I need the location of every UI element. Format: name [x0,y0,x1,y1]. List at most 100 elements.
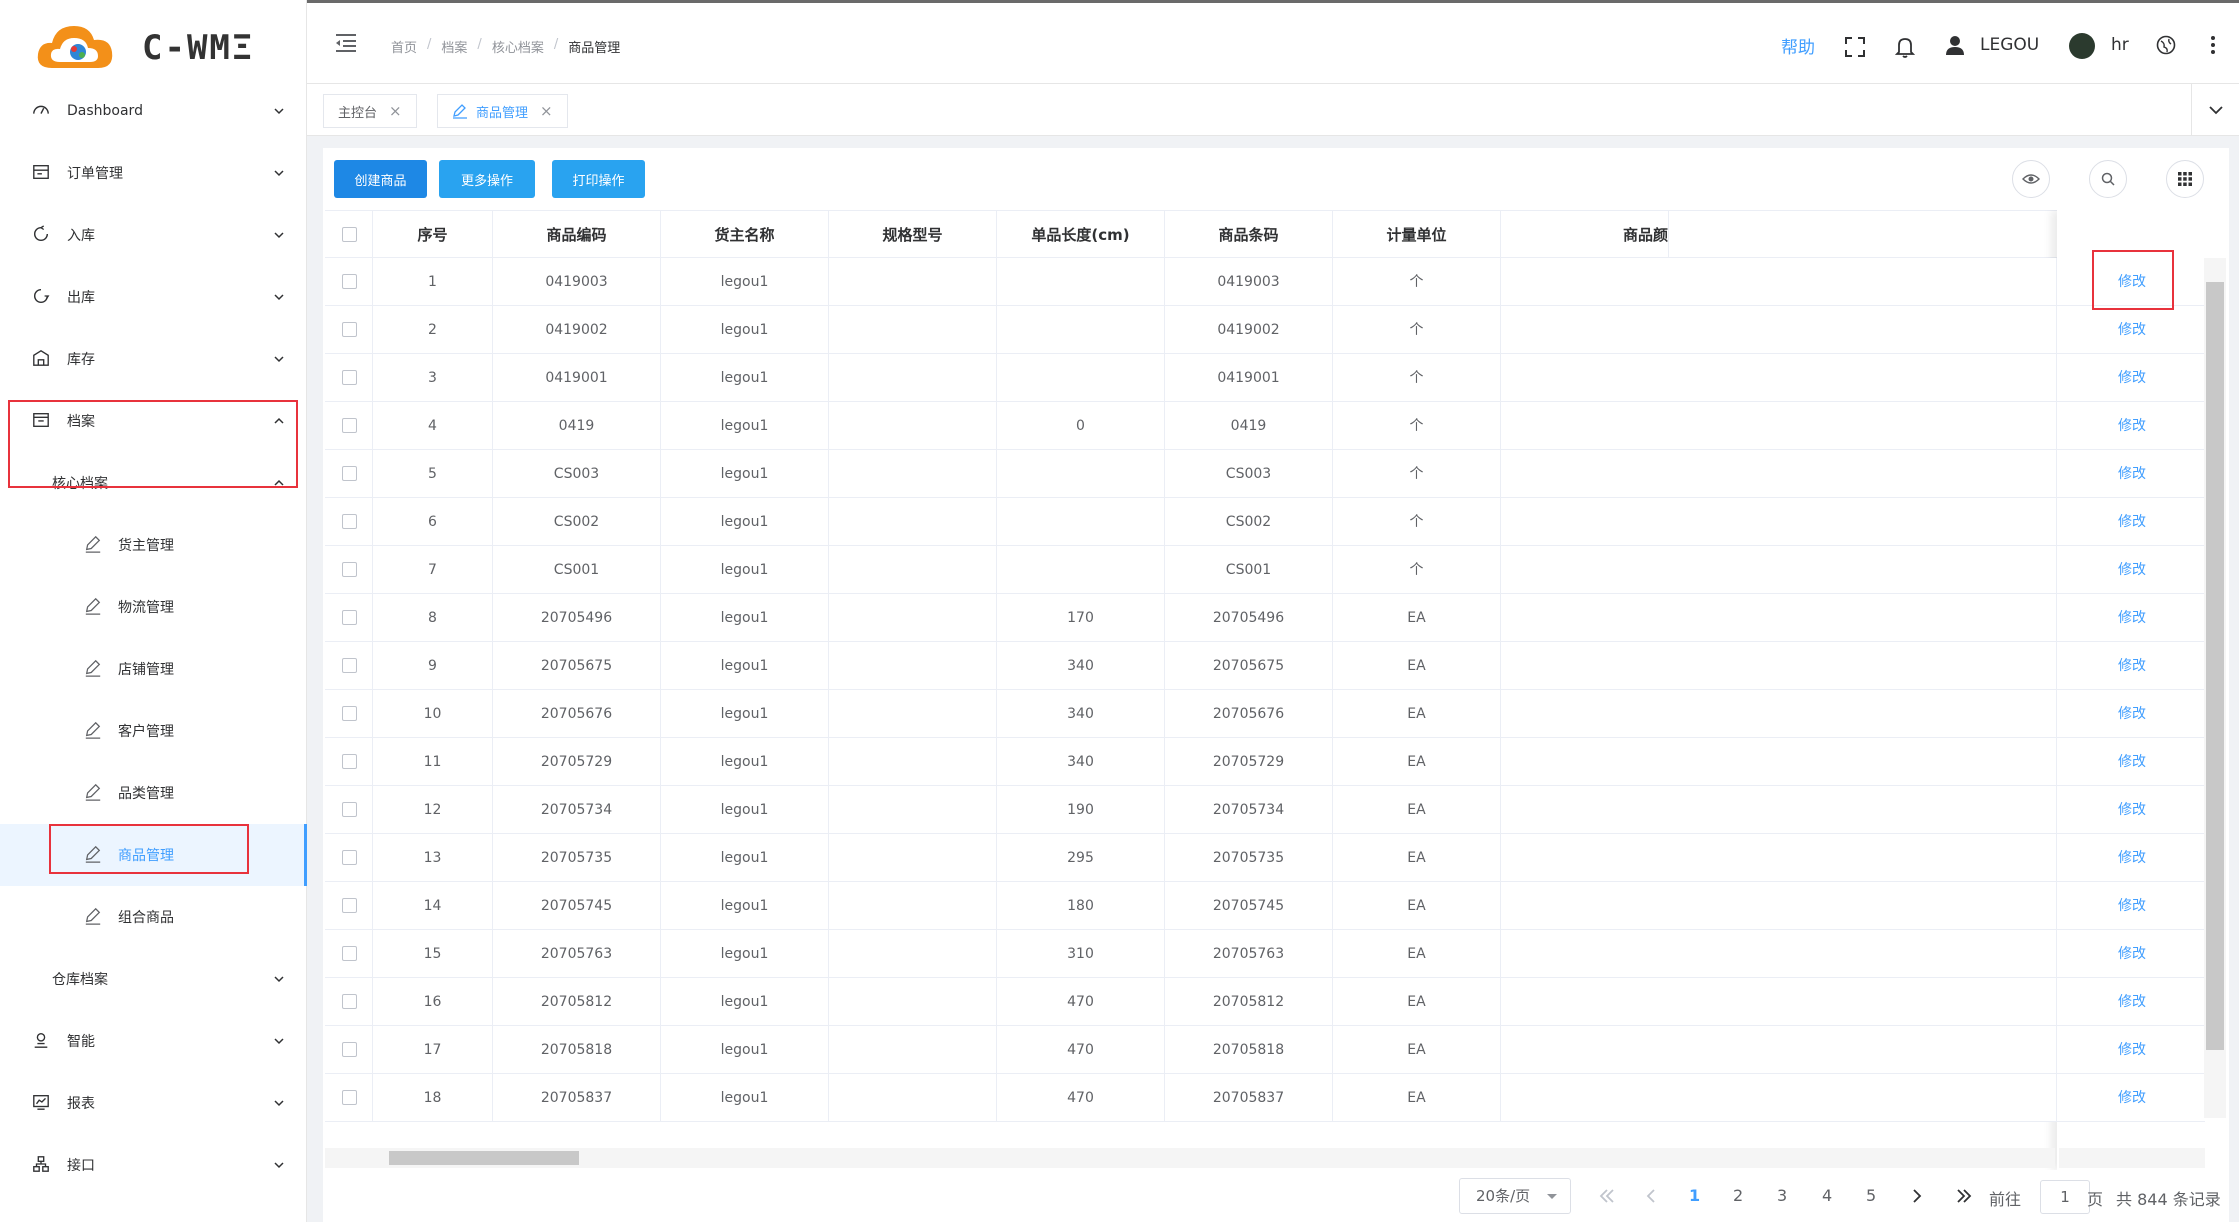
create-product-button[interactable]: 创建商品 [334,160,427,198]
sidebar-item-orders[interactable]: 订单管理 [0,142,307,204]
edit-link[interactable]: 修改 [2118,274,2146,290]
user-name[interactable]: LEGOU [1980,35,2039,55]
breadcrumb-archive[interactable]: 档案 [441,37,467,56]
col-code[interactable]: 商品编码 [493,211,661,259]
sidebar-item-inbound[interactable]: 入库 [0,204,307,266]
sidebar-item-smart[interactable]: 智能 [0,1010,307,1072]
close-icon[interactable]: × [540,102,553,120]
page-size-select[interactable]: 20条/页 [1459,1178,1571,1214]
select-all-checkbox[interactable] [342,227,357,242]
next-page-icon[interactable] [1911,1188,1923,1204]
language-globe-icon[interactable] [2156,35,2176,55]
sidebar-item-store-mgmt[interactable]: 店铺管理 [0,638,307,700]
edit-link[interactable]: 修改 [2118,658,2146,674]
edit-link[interactable]: 修改 [2118,322,2146,338]
tab-product-management[interactable]: 商品管理 × [437,94,568,128]
user-icon[interactable] [1945,35,1965,55]
page-4[interactable]: 4 [1822,1186,1832,1205]
page-3[interactable]: 3 [1777,1186,1787,1205]
row-checkbox[interactable] [342,706,357,721]
row-checkbox[interactable] [342,754,357,769]
row-checkbox[interactable] [342,514,357,529]
edit-link[interactable]: 修改 [2118,1090,2146,1106]
avatar[interactable] [2069,33,2095,59]
search-button[interactable] [2089,160,2127,198]
row-checkbox[interactable] [342,322,357,337]
sidebar-item-outbound[interactable]: 出库 [0,266,307,328]
app-logo[interactable]: C-WMΞ [34,18,294,74]
sidebar-item-inventory[interactable]: 库存 [0,328,307,390]
breadcrumb-home[interactable]: 首页 [391,37,417,56]
last-page-icon[interactable] [1955,1188,1973,1204]
sidebar-item-dashboard[interactable]: Dashboard [0,80,307,142]
edit-link[interactable]: 修改 [2118,418,2146,434]
sidebar-item-category-mgmt[interactable]: 品类管理 [0,762,307,824]
row-checkbox[interactable] [342,994,357,1009]
page-5[interactable]: 5 [1866,1186,1876,1205]
col-barcode[interactable]: 商品条码 [1165,211,1333,259]
more-vertical-icon[interactable] [2210,35,2216,55]
edit-link[interactable]: 修改 [2118,610,2146,626]
vertical-scrollbar[interactable] [2204,258,2226,1118]
edit-link[interactable]: 修改 [2118,1042,2146,1058]
row-checkbox[interactable] [342,802,357,817]
col-spec[interactable]: 规格型号 [829,211,997,259]
edit-link[interactable]: 修改 [2118,850,2146,866]
col-no[interactable]: 序号 [373,211,493,259]
fullscreen-icon[interactable] [1845,37,1865,57]
sidebar-item-reports[interactable]: 报表 [0,1072,307,1134]
sidebar-item-product-mgmt[interactable]: 商品管理 [0,824,307,886]
first-page-icon[interactable] [1598,1188,1616,1204]
print-actions-button[interactable]: 打印操作 [552,160,645,198]
sidebar-item-api[interactable]: 接口 [0,1134,307,1196]
breadcrumb-core-archive[interactable]: 核心档案 [492,37,544,56]
col-length[interactable]: 单品长度(cm) [997,211,1165,259]
col-color[interactable]: 商品颜 [1501,211,1669,259]
scrollbar-thumb[interactable] [389,1151,579,1165]
row-checkbox[interactable] [342,1090,357,1105]
col-owner[interactable]: 货主名称 [661,211,829,259]
edit-link[interactable]: 修改 [2118,514,2146,530]
close-icon[interactable]: × [389,102,402,120]
row-checkbox[interactable] [342,850,357,865]
edit-link[interactable]: 修改 [2118,754,2146,770]
fixed-column-scrollbar[interactable] [2059,1148,2205,1168]
edit-link[interactable]: 修改 [2118,898,2146,914]
edit-link[interactable]: 修改 [2118,466,2146,482]
row-checkbox[interactable] [342,658,357,673]
scrollbar-thumb[interactable] [2206,282,2224,1050]
tabs-dropdown[interactable] [2191,84,2239,136]
edit-link[interactable]: 修改 [2118,994,2146,1010]
row-checkbox[interactable] [342,274,357,289]
edit-link[interactable]: 修改 [2118,562,2146,578]
tab-dashboard[interactable]: 主控台 × [323,94,417,128]
bell-icon[interactable] [1895,36,1915,58]
column-settings-button[interactable] [2166,160,2204,198]
sidebar-item-owner-mgmt[interactable]: 货主管理 [0,514,307,576]
edit-link[interactable]: 修改 [2118,802,2146,818]
row-checkbox[interactable] [342,898,357,913]
sidebar-item-logistics-mgmt[interactable]: 物流管理 [0,576,307,638]
goto-page-input[interactable]: 1 [2040,1180,2090,1214]
row-checkbox[interactable] [342,466,357,481]
edit-link[interactable]: 修改 [2118,370,2146,386]
toggle-view-button[interactable] [2012,160,2050,198]
sidebar-item-core-archive[interactable]: 核心档案 [0,452,307,514]
more-actions-button[interactable]: 更多操作 [439,160,535,198]
horizontal-scrollbar[interactable] [325,1148,2055,1168]
help-link[interactable]: 帮助 [1781,33,1815,58]
sidebar-item-customer-mgmt[interactable]: 客户管理 [0,700,307,762]
row-checkbox[interactable] [342,946,357,961]
row-checkbox[interactable] [342,610,357,625]
prev-page-icon[interactable] [1645,1188,1657,1204]
menu-fold-icon[interactable] [335,33,357,53]
row-checkbox[interactable] [342,418,357,433]
page-1[interactable]: 1 [1689,1186,1700,1205]
sidebar-item-combo-product[interactable]: 组合商品 [0,886,307,948]
row-checkbox[interactable] [342,562,357,577]
page-2[interactable]: 2 [1733,1186,1743,1205]
row-checkbox[interactable] [342,1042,357,1057]
edit-link[interactable]: 修改 [2118,946,2146,962]
row-checkbox[interactable] [342,370,357,385]
role-name[interactable]: hr [2111,35,2129,55]
